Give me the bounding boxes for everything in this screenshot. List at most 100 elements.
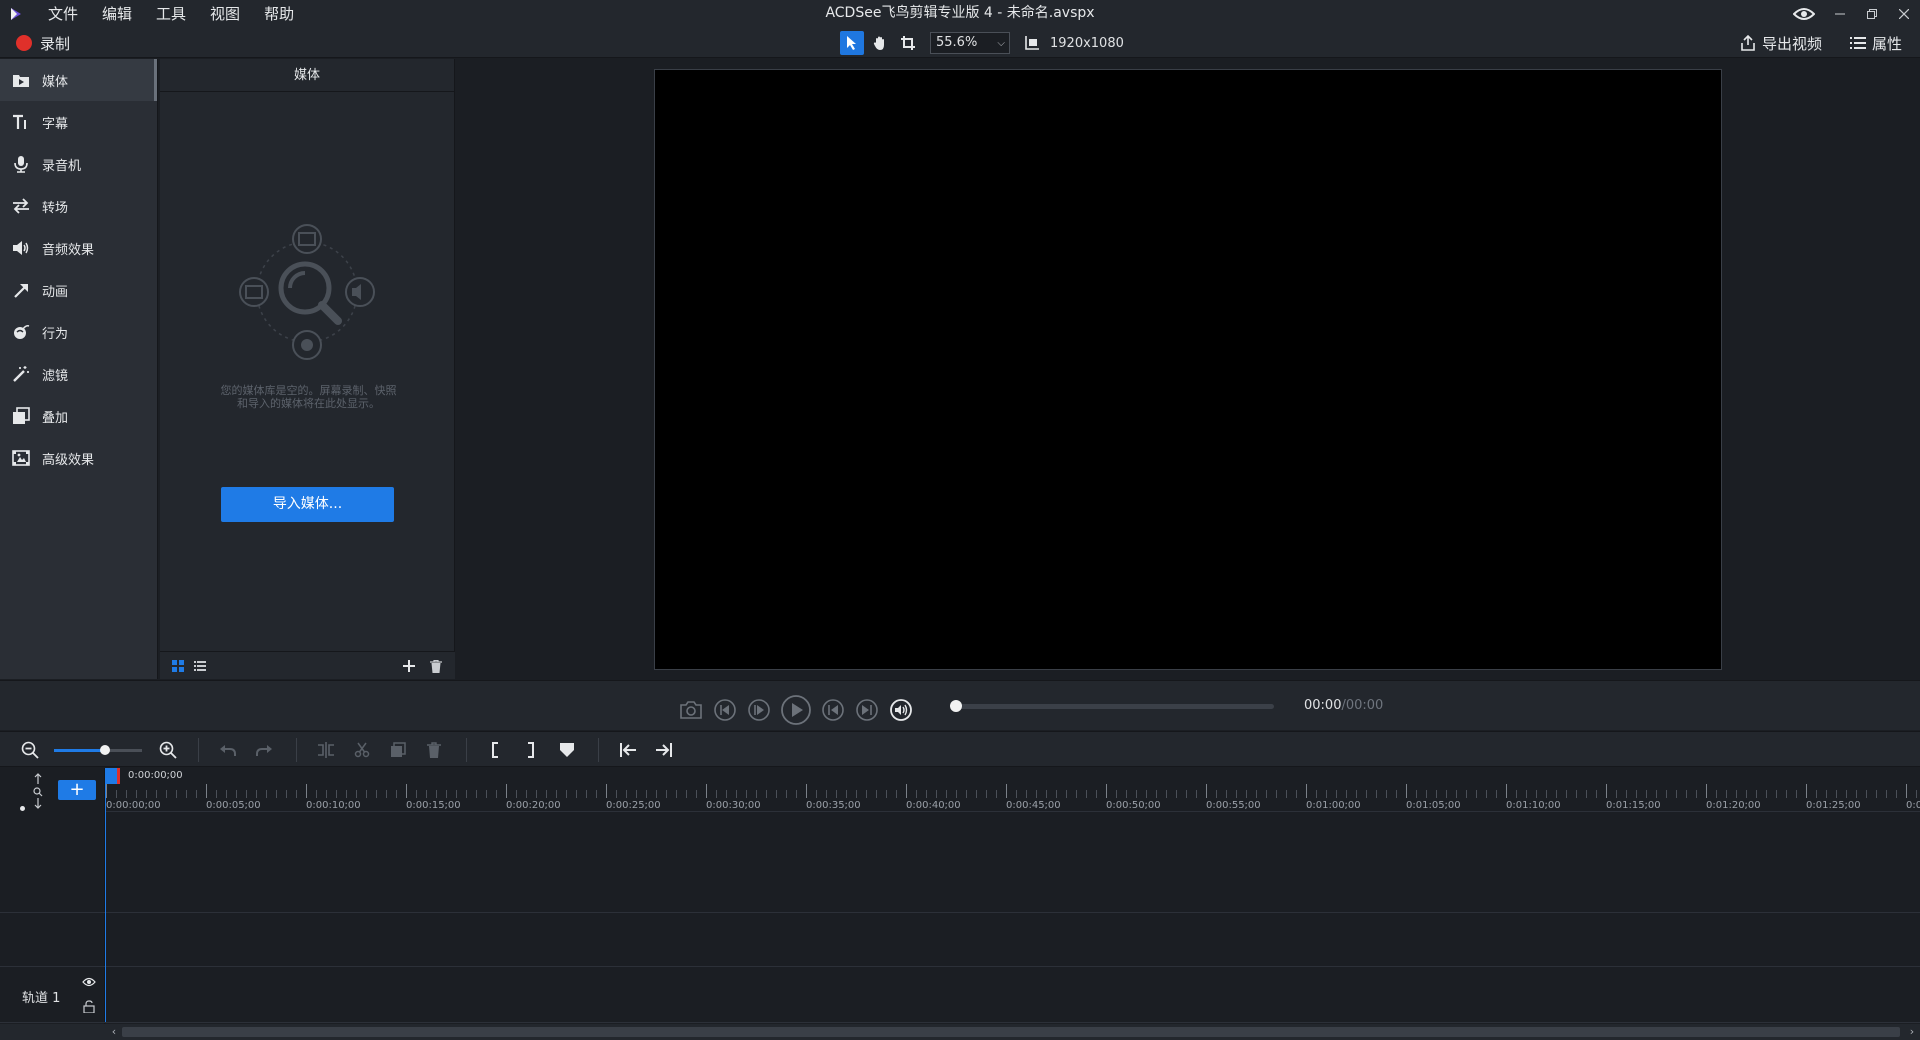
grid-view-button[interactable] <box>170 658 186 674</box>
volume-button[interactable] <box>888 697 914 723</box>
playhead-time: 0:00:00;00 <box>128 770 183 781</box>
scroll-left-icon[interactable]: ‹ <box>106 1024 122 1040</box>
timeline-zoom-slider[interactable] <box>54 745 142 755</box>
delete-clip-button[interactable] <box>424 740 444 760</box>
ruler-time-label: 0:00:00;00 <box>106 800 161 811</box>
menu-bar: 文件 编辑 工具 视图 帮助 <box>36 0 306 28</box>
cursor-icon <box>847 36 856 50</box>
timeline-zoom-in-button[interactable] <box>158 740 178 760</box>
go-to-start-button[interactable] <box>820 697 846 723</box>
nav-item-overlay[interactable]: 叠加 <box>0 395 157 437</box>
toolbar-divider <box>598 738 599 762</box>
preview-canvas[interactable] <box>654 69 1722 670</box>
timeline-zoom-out-button[interactable] <box>20 740 40 760</box>
add-track-button[interactable]: + <box>58 780 96 800</box>
import-media-button[interactable]: 导入媒体... <box>221 487 394 522</box>
record-label: 录制 <box>40 34 71 53</box>
minimize-icon <box>1835 13 1845 15</box>
redo-button[interactable] <box>254 740 274 760</box>
minimize-button[interactable] <box>1824 0 1856 28</box>
add-media-button[interactable] <box>401 658 417 674</box>
nav-label-advanced-effects: 高级效果 <box>42 452 95 468</box>
arrow-icon <box>12 281 30 299</box>
nav-item-filters[interactable]: 滤镜 <box>0 353 157 395</box>
previous-frame-button[interactable] <box>712 697 738 723</box>
account-eye-button[interactable] <box>1784 0 1824 28</box>
record-icon <box>16 35 32 51</box>
zoom-dropdown[interactable]: 55.6% ⌵ <box>930 32 1010 54</box>
ruler-time-label: 0:00:35;00 <box>806 800 861 811</box>
delete-media-button[interactable] <box>428 658 444 674</box>
scrollbar-thumb[interactable] <box>122 1027 1900 1037</box>
close-button[interactable] <box>1888 0 1920 28</box>
nav-item-transitions[interactable]: 转场 <box>0 185 157 227</box>
ruler-time-label: 0:00:20;00 <box>506 800 561 811</box>
playback-scrubber[interactable] <box>950 700 1274 712</box>
nav-label-filters: 滤镜 <box>42 368 69 384</box>
nav-item-audio-effects[interactable]: 音频效果 <box>0 227 157 269</box>
ruler-time-label: 0:0 <box>1906 800 1920 811</box>
mark-out-button[interactable] <box>521 740 541 760</box>
nav-item-recorder[interactable]: 录音机 <box>0 143 157 185</box>
playback-controls <box>678 694 914 726</box>
track-label[interactable]: 轨道 1 <box>22 987 60 1006</box>
resolution-icon[interactable] <box>1024 35 1040 51</box>
menu-edit[interactable]: 编辑 <box>90 0 144 28</box>
ruler-time-label: 0:00:30;00 <box>706 800 761 811</box>
record-button[interactable]: 录制 <box>16 32 70 54</box>
undo-button[interactable] <box>218 740 238 760</box>
track-height-icon[interactable] <box>32 772 44 810</box>
timeline-ruler[interactable]: 0:00:00;00 0:00:00;00 0:00:05;00 0:00:10;0… <box>106 768 1920 812</box>
nav-item-animation[interactable]: 动画 <box>0 269 157 311</box>
menu-file[interactable]: 文件 <box>36 0 90 28</box>
nav-item-behavior[interactable]: 行为 <box>0 311 157 353</box>
nav-label-subtitles: 字幕 <box>42 116 69 132</box>
list-view-button[interactable] <box>192 658 208 674</box>
microphone-icon <box>12 155 30 173</box>
nav-item-subtitles[interactable]: 字幕 <box>0 101 157 143</box>
snapshot-button[interactable] <box>678 697 704 723</box>
track-row-empty[interactable] <box>0 913 1920 967</box>
zoom-slider-handle[interactable] <box>100 745 110 755</box>
advanced-effects-icon <box>12 449 30 467</box>
zoom-slider-fill <box>54 749 104 752</box>
eye-icon[interactable] <box>82 977 96 987</box>
jump-to-start-button[interactable] <box>618 740 638 760</box>
timeline-horizontal-scrollbar[interactable]: ‹ › <box>106 1024 1920 1040</box>
window-controls <box>1784 0 1920 28</box>
next-frame-button[interactable] <box>746 697 772 723</box>
ruler-time-label: 0:01:15;00 <box>1606 800 1661 811</box>
crop-tool-button[interactable] <box>896 31 920 55</box>
scrubber-handle[interactable] <box>950 700 962 712</box>
copy-button[interactable] <box>388 740 408 760</box>
resolution-label[interactable]: 1920x1080 <box>1050 36 1124 51</box>
cut-button[interactable] <box>352 740 372 760</box>
restore-button[interactable] <box>1856 0 1888 28</box>
go-to-end-button[interactable] <box>854 697 880 723</box>
speaker-icon <box>12 239 30 257</box>
split-button[interactable] <box>316 740 336 760</box>
track-row-empty[interactable] <box>0 813 1920 913</box>
copy-icon <box>391 742 406 757</box>
menu-tools[interactable]: 工具 <box>144 0 198 28</box>
pan-tool-button[interactable] <box>868 31 892 55</box>
nav-item-advanced-effects[interactable]: 高级效果 <box>0 437 157 479</box>
menu-view[interactable]: 视图 <box>198 0 252 28</box>
select-tool-button[interactable] <box>840 31 864 55</box>
nav-item-media[interactable]: 媒体 <box>0 59 157 101</box>
jump-to-end-button[interactable] <box>654 740 674 760</box>
properties-button[interactable]: 属性 <box>1849 33 1902 54</box>
track-row[interactable]: 轨道 1 <box>0 967 1920 1023</box>
timeline-toolbar <box>0 731 1920 767</box>
play-button[interactable] <box>780 694 812 726</box>
add-marker-button[interactable] <box>557 740 577 760</box>
media-panel-title: 媒体 <box>160 59 454 92</box>
mark-in-button[interactable] <box>485 740 505 760</box>
export-video-button[interactable]: 导出视频 <box>1740 33 1822 54</box>
lock-icon[interactable] <box>83 1000 95 1013</box>
menu-help[interactable]: 帮助 <box>252 0 306 28</box>
title-bar: 文件 编辑 工具 视图 帮助 ACDSee飞鸟剪辑专业版 4 - 未命名.avs… <box>0 0 1920 28</box>
scroll-right-icon[interactable]: › <box>1904 1024 1920 1040</box>
ruler-time-label: 0:00:15;00 <box>406 800 461 811</box>
canvas-tools: 55.6% ⌵ 1920x1080 <box>840 31 1124 55</box>
